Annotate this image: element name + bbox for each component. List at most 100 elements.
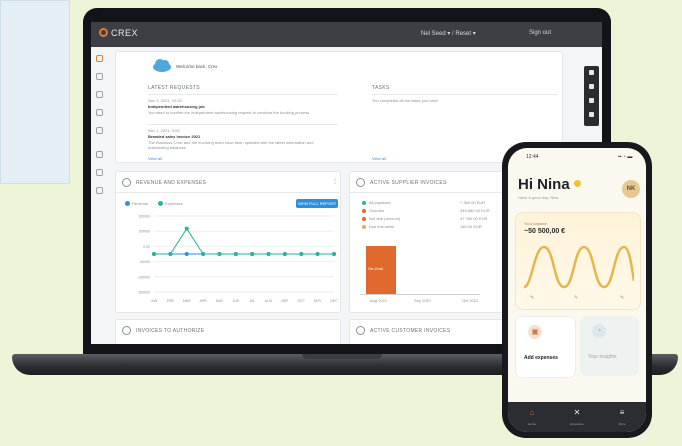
series-point-revenue[interactable] [184, 252, 189, 256]
series-point-expenses[interactable] [184, 226, 189, 231]
tool-2-icon[interactable] [589, 84, 594, 89]
app-logo[interactable]: CREX [99, 28, 138, 38]
inv-legend-value: 345 880.00 EUR [460, 208, 490, 213]
x-tick-label: OCT [298, 299, 306, 303]
overview-card: Welcome back, Crex LATEST REQUESTS Nov 3… [115, 51, 563, 163]
series-point-expenses[interactable] [315, 252, 320, 256]
edit-icon[interactable]: ✎ [620, 295, 624, 301]
inv-axis-2: Sep 2021 [414, 298, 432, 303]
x-tick-label: APR [199, 299, 207, 303]
balance-wave-chart [523, 245, 634, 289]
insights-card[interactable]: ◔ Your insights [580, 316, 639, 376]
add-expenses-label: Add expenses [524, 355, 558, 361]
series-point-expenses[interactable] [201, 252, 206, 256]
x-tick-label: MAY [216, 299, 224, 303]
account-menu[interactable]: Nel Seed ▾ / Reset ▾ [421, 30, 476, 37]
tasks-title: TASKS [372, 85, 390, 91]
phone-bottom-nav: ⌂ Home ✕ Expenses ≡ More [508, 402, 646, 432]
revenue-title: REVENUE AND EXPENSES [136, 180, 207, 186]
update-1-text: You need to confirm the independent ware… [148, 110, 310, 115]
app-brand: CREX [111, 28, 139, 38]
phone-greeting: Hi Nina [518, 176, 581, 193]
inv-legend-label: Overdue [369, 208, 385, 213]
series-point-expenses[interactable] [250, 252, 255, 256]
home-icon[interactable] [96, 55, 103, 62]
tool-4-icon[interactable] [589, 112, 594, 117]
updates-view-all-link[interactable]: View all [148, 156, 162, 161]
signout-link[interactable]: Sign out [529, 30, 551, 36]
floating-toolbar [584, 66, 599, 126]
edit-icon[interactable]: ✎ [530, 295, 534, 301]
updates-title: LATEST REQUESTS [148, 85, 200, 91]
update-2-title[interactable]: Branded sales invoice 2021 [148, 134, 200, 139]
supplier-title-2: ACTIVE CUSTOMER INVOICES [370, 328, 451, 334]
invoice-icon [356, 326, 365, 335]
avatar[interactable]: NK [622, 180, 640, 198]
edit-icon[interactable]: ✎ [574, 295, 578, 301]
more-icon[interactable]: ⋮ [332, 178, 338, 185]
user-icon[interactable] [96, 169, 103, 176]
series-point-expenses[interactable] [168, 252, 173, 256]
series-point-expenses[interactable] [332, 252, 336, 256]
balance-value: ~50 500,00 € [524, 228, 566, 235]
y-tick-label: 0.00 [143, 245, 150, 249]
inv-legend-dot [362, 201, 366, 205]
update-2-date: Nov 1, 2021, 9:05 [148, 128, 180, 133]
inv-legend-dot [362, 225, 366, 229]
chart-icon [122, 178, 131, 187]
chart-icon[interactable] [96, 91, 103, 98]
tasks-view-all-link[interactable]: View all [372, 156, 386, 161]
y-tick-label: 150000 [138, 215, 150, 219]
invoice-icon [122, 326, 131, 335]
phone-time: 12:44 [526, 154, 539, 160]
add-expenses-card[interactable]: ▣ Add expenses [515, 316, 576, 378]
nav-home-label: Home [527, 422, 536, 426]
series-point-expenses[interactable] [217, 252, 222, 256]
y-tick-label: -100000 [137, 275, 150, 279]
mail-icon[interactable] [96, 73, 103, 80]
inv-axis-1: Aug 2021 [370, 298, 388, 303]
series-point-expenses[interactable] [299, 252, 304, 256]
x-tick-label: NOV [314, 299, 322, 303]
revenue-legend-dot [125, 201, 130, 206]
side-navigation [91, 47, 110, 344]
nav-menu-label: More [618, 422, 626, 426]
inv-legend-label: Not due (amount) [369, 216, 401, 221]
balance-card[interactable]: Your balance ~50 500,00 € ✎ ✎ ✎ [515, 212, 641, 310]
update-1-title[interactable]: Independent warehousing job [148, 104, 205, 109]
tool-1-icon[interactable] [589, 70, 594, 75]
x-tick-label: MAR [183, 299, 191, 303]
series-point-expenses[interactable] [282, 252, 287, 256]
logo-icon [99, 28, 108, 37]
wallet-icon[interactable] [96, 151, 103, 158]
expenses-icon[interactable]: ✕ [567, 408, 587, 417]
divider [116, 192, 340, 193]
inv-axis-3: Oct 2021 [462, 298, 479, 303]
insights-label: Your insights [588, 354, 617, 360]
phone-status-icons: ▪▪ ◔ ▬ [618, 154, 633, 160]
document-icon[interactable] [96, 127, 103, 134]
tasks-text: You completed all the tasks you have [372, 98, 438, 103]
x-tick-label: JAN [151, 299, 158, 303]
expenses-legend-dot [158, 201, 163, 206]
supplier-title: ACTIVE SUPPLIER INVOICES [370, 180, 447, 186]
series-point-expenses[interactable] [266, 252, 271, 256]
phone-greeting-sub: Have a good day, Nina [518, 195, 559, 200]
laptop-notch [302, 354, 382, 359]
axis-line [360, 294, 480, 295]
clock-icon[interactable] [96, 109, 103, 116]
home-icon[interactable]: ⌂ [522, 408, 542, 417]
view-report-button[interactable]: VIEW FULL REPORT [296, 199, 338, 208]
update-1-date: Nov 3, 2021, 10:42 [148, 98, 182, 103]
receipt-icon: ▣ [528, 325, 542, 339]
menu-icon[interactable]: ≡ [612, 408, 632, 417]
divider [148, 124, 338, 125]
sun-icon [573, 180, 581, 187]
background-info-panel [0, 0, 70, 184]
series-point-expenses[interactable] [152, 252, 156, 256]
tool-3-icon[interactable] [589, 98, 594, 103]
settings-icon[interactable] [96, 187, 103, 194]
nav-expenses-label: Expenses [570, 422, 584, 426]
series-point-expenses[interactable] [233, 252, 238, 256]
invoices-authorize-card: INVOICES TO AUTHORIZE [115, 319, 341, 344]
